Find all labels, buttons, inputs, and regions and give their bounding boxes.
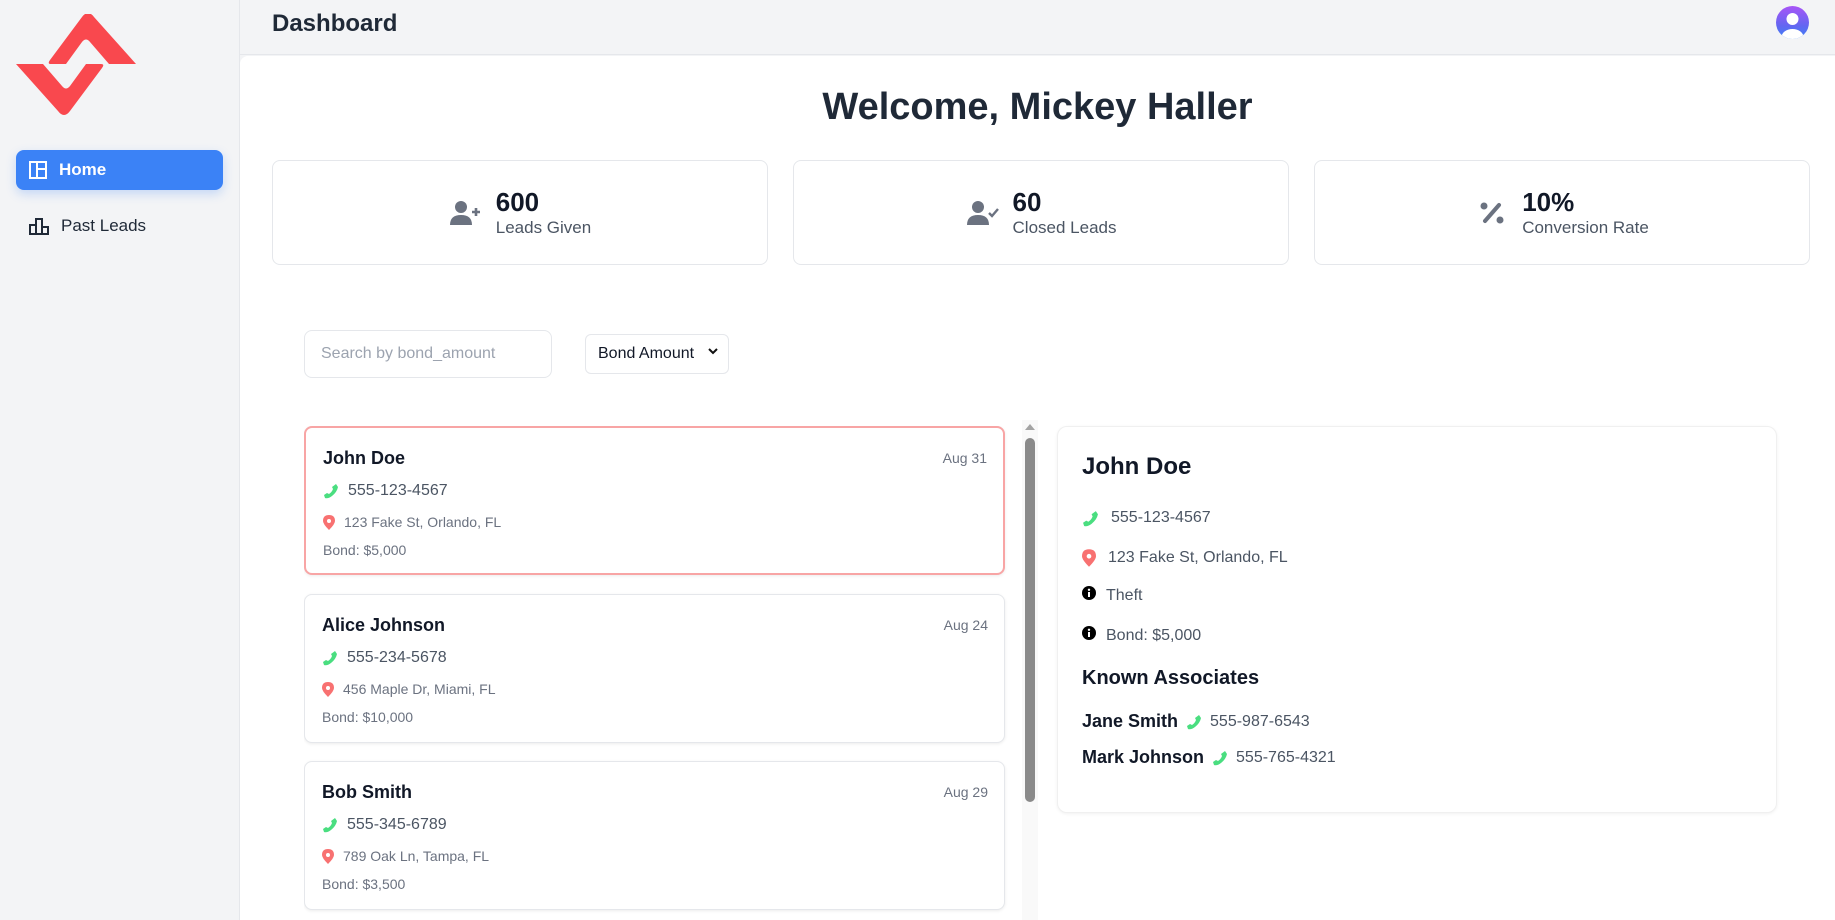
known-associates-heading: Known Associates: [1082, 667, 1260, 689]
phone-icon: [323, 651, 337, 666]
phone-icon: [1083, 510, 1098, 526]
associate-name: Mark Johnson: [1082, 747, 1205, 767]
location-pin-icon: [322, 681, 334, 697]
scrollbar-thumb[interactable]: [1025, 438, 1035, 802]
detail-charge: Theft: [1106, 587, 1143, 604]
lead-address: 789 Oak Ln, Tampa, FL: [343, 848, 490, 864]
lead-date: Aug 29: [943, 784, 988, 800]
info-icon: [1082, 586, 1096, 600]
info-icon: [1082, 626, 1096, 640]
top-header: Dashboard: [240, 0, 1835, 55]
location-pin-icon: [322, 848, 334, 864]
associate-name: Jane Smith: [1082, 711, 1179, 731]
stat-card-conversion-rate: 10% Conversion Rate: [1314, 160, 1810, 265]
lead-card[interactable]: Alice Johnson Aug 24 555-234-5678 456 Ma…: [304, 594, 1005, 743]
scroll-up-arrow-icon[interactable]: [1025, 424, 1035, 430]
lead-phone: 555-234-5678: [347, 649, 447, 666]
bar-chart-icon: [29, 218, 49, 235]
phone-icon: [323, 818, 337, 833]
sidebar-item-past-leads[interactable]: Past Leads: [16, 206, 223, 246]
page-title: Dashboard: [272, 10, 398, 37]
stat-label: Closed Leads: [1012, 217, 1117, 237]
lead-bond: Bond: $3,500: [322, 876, 406, 892]
stat-label: Leads Given: [495, 217, 592, 237]
lead-card[interactable]: John Doe Aug 31 555-123-4567 123 Fake St…: [304, 426, 1005, 575]
lead-name: Bob Smith: [322, 782, 412, 802]
chevron-down-icon: [708, 348, 718, 355]
detail-phone: 555-123-4567: [1111, 509, 1211, 526]
detail-bond: Bond: $5,000: [1106, 627, 1202, 644]
stat-value: 10%: [1522, 186, 1575, 217]
lead-name: Alice Johnson: [322, 615, 446, 635]
sort-select-value: Bond Amount: [598, 345, 695, 362]
welcome-heading: Welcome, Mickey Haller: [822, 86, 1253, 128]
detail-address-row: 123 Fake St, Orlando, FL: [1082, 549, 1288, 567]
lead-bond: Bond: $10,000: [322, 709, 414, 725]
sort-select[interactable]: Bond Amount: [585, 334, 729, 374]
sidebar-item-label: Home: [59, 160, 107, 179]
phone-icon: [324, 484, 338, 499]
lead-address: 456 Maple Dr, Miami, FL: [343, 681, 496, 697]
stat-label: Conversion Rate: [1522, 217, 1649, 237]
lead-date: Aug 31: [942, 450, 987, 466]
leads-scrollbar[interactable]: [1022, 420, 1038, 920]
sidebar: Home Past Leads: [0, 0, 240, 920]
detail-bond-row: Bond: $5,000: [1082, 626, 1202, 645]
layout-icon: [29, 161, 47, 179]
stat-card-closed-leads: 60 Closed Leads: [793, 160, 1289, 265]
detail-address: 123 Fake St, Orlando, FL: [1108, 549, 1288, 566]
sidebar-item-home[interactable]: Home: [16, 150, 223, 190]
location-pin-icon: [1082, 549, 1096, 567]
associate-phone: 555-987-6543: [1210, 712, 1310, 730]
lead-detail-panel: John Doe 555-123-4567 123 Fake St, Orlan…: [1057, 426, 1777, 813]
lead-card[interactable]: Bob Smith Aug 29 555-345-6789 789 Oak Ln…: [304, 761, 1005, 910]
phone-icon: [1213, 750, 1228, 765]
search-input[interactable]: [304, 330, 552, 378]
app-logo[interactable]: [16, 14, 136, 118]
detail-phone-row: 555-123-4567: [1082, 509, 1211, 527]
associate-phone: 555-765-4321: [1236, 748, 1336, 766]
stat-value: 600: [495, 186, 540, 217]
stat-value: 60: [1012, 186, 1042, 217]
sidebar-item-label: Past Leads: [61, 216, 147, 235]
detail-charge-row: Theft: [1082, 586, 1143, 605]
lead-address: 123 Fake St, Orlando, FL: [344, 514, 502, 530]
user-avatar-icon[interactable]: [1776, 6, 1809, 39]
lead-date: Aug 24: [943, 617, 988, 633]
phone-icon: [1187, 714, 1202, 729]
location-pin-icon: [323, 514, 335, 530]
associate-item: Jane Smith 555-987-6543: [1082, 711, 1310, 732]
lead-phone: 555-345-6789: [347, 816, 447, 833]
lead-name: John Doe: [323, 448, 406, 468]
main-content: Welcome, Mickey Haller 600 Leads Given 6…: [240, 56, 1835, 920]
user-check-icon: [966, 196, 1000, 230]
stat-card-leads-given: 600 Leads Given: [272, 160, 768, 265]
user-plus-icon: [449, 196, 483, 230]
detail-name: John Doe: [1082, 453, 1192, 480]
lead-phone: 555-123-4567: [348, 482, 448, 499]
leads-list: John Doe Aug 31 555-123-4567 123 Fake St…: [304, 426, 1039, 920]
associate-item: Mark Johnson 555-765-4321: [1082, 747, 1336, 768]
lead-bond: Bond: $5,000: [323, 542, 407, 558]
percent-icon: [1475, 196, 1509, 230]
